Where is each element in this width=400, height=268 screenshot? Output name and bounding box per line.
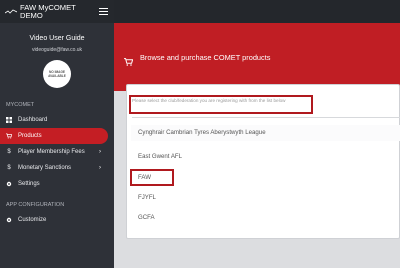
faw-logo-icon xyxy=(4,7,18,17)
sidebar-item-player-membership-fees[interactable]: $ Player Membership Fees › xyxy=(0,144,114,160)
page-banner: Browse and purchase COMET products xyxy=(114,23,400,91)
sidebar-item-label: Settings xyxy=(18,181,40,187)
sidebar: FAW MyCOMET DEMO Video User Guide videog… xyxy=(0,0,114,268)
sidebar-item-label: Dashboard xyxy=(18,117,48,123)
cart-icon xyxy=(6,133,12,139)
section-app-configuration: APP CONFIGURATION xyxy=(6,202,65,208)
sidebar-item-customize[interactable]: Customize xyxy=(0,212,114,228)
sidebar-item-label: Customize xyxy=(18,217,47,223)
faw-highlight-box xyxy=(130,169,174,186)
club-option[interactable]: East Gwent AFL xyxy=(138,153,182,160)
section-mycomet: MYCOMET xyxy=(6,102,35,108)
chevron-right-icon: › xyxy=(99,165,101,171)
user-name: Video User Guide xyxy=(29,35,85,42)
top-bar xyxy=(114,0,400,23)
sidebar-item-dashboard[interactable]: Dashboard xyxy=(0,112,114,128)
cart-icon xyxy=(124,53,134,66)
page-title: Browse and purchase COMET products xyxy=(140,52,271,62)
club-option[interactable]: FJYFL xyxy=(138,194,156,201)
app-brand: FAW MyCOMET DEMO xyxy=(20,2,76,20)
avatar[interactable]: NO IMAGE AVAILABLE xyxy=(43,60,71,88)
grid-icon xyxy=(6,117,12,123)
gear-icon xyxy=(6,217,12,223)
selection-hint: Please select the club/federation you ar… xyxy=(132,98,286,103)
club-option[interactable]: Cynghrair Cambrian Tyres Aberystwyth Lea… xyxy=(138,129,266,136)
user-email: videoguide@faw.co.uk xyxy=(31,47,83,53)
sidebar-item-label: Player Membership Fees xyxy=(18,149,85,155)
club-option[interactable]: GCFA xyxy=(138,214,155,221)
chevron-right-icon: › xyxy=(99,149,101,155)
dollar-icon: $ xyxy=(7,149,11,155)
dollar-icon: $ xyxy=(7,165,11,171)
sidebar-item-monetary-sanctions[interactable]: $ Monetary Sanctions › xyxy=(0,160,114,176)
sidebar-item-products[interactable]: Products xyxy=(0,128,108,144)
sidebar-item-label: Monetary Sanctions xyxy=(18,165,72,171)
sidebar-item-label: Products xyxy=(18,133,42,139)
sidebar-header: FAW MyCOMET DEMO xyxy=(0,0,114,23)
divider xyxy=(132,117,400,118)
menu-toggle-icon[interactable] xyxy=(99,8,108,15)
sidebar-item-settings[interactable]: Settings xyxy=(0,176,114,192)
gear-icon xyxy=(6,181,12,187)
user-profile: Video User Guide videoguide@faw.co.uk NO… xyxy=(0,23,114,88)
